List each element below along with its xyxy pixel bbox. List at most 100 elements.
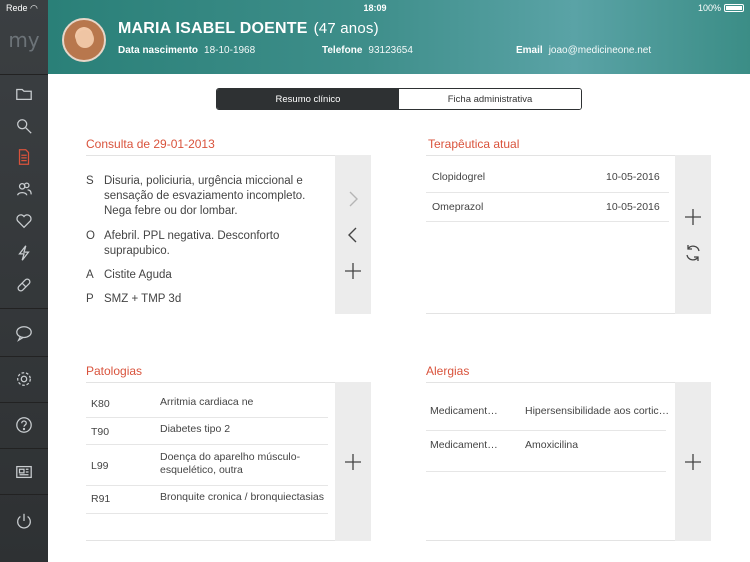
add-allergy-button[interactable] — [681, 450, 705, 474]
terapeutica-action-bar — [675, 155, 711, 314]
pathology-desc-line: esquelético, outra — [160, 464, 243, 476]
document-icon[interactable] — [0, 142, 48, 172]
tab-ficha-administrativa[interactable]: Ficha administrativa — [399, 89, 581, 109]
pill-icon[interactable] — [0, 270, 48, 300]
previous-consulta-button[interactable] — [341, 223, 365, 247]
tab-resumo-clinico[interactable]: Resumo clínico — [217, 89, 399, 109]
search-icon[interactable] — [0, 111, 48, 141]
email-label: Email — [516, 45, 543, 56]
patient-name-text: MARIA ISABEL DOENTE — [118, 20, 308, 37]
soap-key: A — [86, 269, 94, 281]
news-icon[interactable] — [0, 457, 48, 487]
sidebar: my — [0, 0, 48, 562]
row-divider — [86, 444, 328, 445]
consulta-title: Consulta de 29-01-2013 — [86, 137, 215, 151]
medication-name: Clopidogrel — [432, 171, 486, 183]
pathology-desc: Diabetes tipo 2 — [160, 423, 231, 435]
soap-line: Nega febre ou dor lombar. — [104, 205, 238, 217]
soap-key: P — [86, 293, 94, 305]
battery-status: 100% — [698, 3, 744, 13]
chevron-left-icon — [348, 227, 357, 243]
terapeutica-divider — [426, 155, 675, 156]
plus-icon — [345, 263, 361, 279]
patologias-divider — [86, 382, 335, 383]
help-icon[interactable] — [0, 410, 48, 440]
avatar — [62, 18, 106, 62]
alergias-divider — [426, 382, 675, 383]
medication-date: 10-05-2016 — [606, 201, 660, 213]
alergias-bottom-divider — [426, 540, 675, 541]
allergy-type: Medicament… — [430, 405, 498, 417]
pathology-code: L99 — [91, 460, 109, 472]
renew-medication-button[interactable] — [681, 241, 705, 265]
soap-line: Afebril. PPL negativa. Desconforto — [104, 230, 280, 242]
gear-icon[interactable] — [0, 364, 48, 394]
pathology-code: R91 — [91, 493, 111, 505]
status-bar: Rede ◠ 18:09 100% — [0, 0, 750, 16]
phone-value: 93123654 — [368, 45, 413, 56]
sidebar-divider — [0, 494, 48, 495]
refresh-icon — [686, 245, 700, 261]
add-consulta-button[interactable] — [341, 259, 365, 283]
soap-line: suprapubico. — [104, 245, 170, 257]
users-icon[interactable] — [0, 174, 48, 204]
row-divider — [86, 513, 328, 514]
consulta-action-bar — [335, 155, 371, 314]
patologias-title: Patologias — [86, 364, 143, 378]
sidebar-divider — [0, 74, 48, 75]
alergias-title: Alergias — [426, 364, 470, 378]
lightning-icon[interactable] — [0, 238, 48, 268]
next-consulta-button[interactable] — [341, 187, 365, 211]
birth-date: Data nascimento 18-10-1968 — [118, 45, 255, 56]
row-divider — [86, 417, 328, 418]
pathology-desc: Arritmia cardiaca ne — [160, 396, 254, 408]
pathology-desc: Doença do aparelho músculo- esquelético,… — [160, 451, 300, 477]
email: Email joao@medicineone.net — [516, 45, 651, 56]
add-medication-button[interactable] — [681, 205, 705, 229]
phone-label: Telefone — [322, 45, 363, 56]
medication-date: 10-05-2016 — [606, 171, 660, 183]
sidebar-divider — [0, 308, 48, 309]
soap-text: SMZ + TMP 3d — [104, 293, 182, 305]
row-divider — [86, 485, 328, 486]
battery-icon — [724, 4, 744, 12]
consulta-divider — [86, 155, 335, 156]
patologias-bottom-divider — [86, 540, 335, 541]
view-switcher: Resumo clínico Ficha administrativa — [216, 88, 582, 110]
sidebar-divider — [0, 448, 48, 449]
terapeutica-title: Terapêutica atual — [428, 137, 520, 151]
pathology-code: T90 — [91, 426, 110, 438]
power-icon[interactable] — [0, 506, 48, 536]
add-pathology-button[interactable] — [341, 450, 365, 474]
allergy-desc: Hipersensibilidade aos cortic… — [525, 405, 669, 417]
phone: Telefone 93123654 — [322, 45, 413, 56]
alergias-action-bar — [675, 382, 711, 541]
plus-icon — [345, 454, 361, 470]
sidebar-divider — [0, 402, 48, 403]
row-divider — [426, 221, 669, 222]
medication-name: Omeprazol — [432, 201, 484, 213]
row-divider — [426, 192, 669, 193]
pathology-desc-line: Doença do aparelho músculo- — [160, 451, 301, 463]
heart-icon[interactable] — [0, 206, 48, 236]
allergy-type: Medicament… — [430, 439, 498, 451]
battery-percent: 100% — [697, 3, 721, 13]
soap-line: Disuria, policiuria, urgência miccional … — [104, 175, 303, 187]
plus-icon — [685, 209, 701, 225]
birth-date-label: Data nascimento — [118, 45, 199, 56]
chat-icon[interactable] — [0, 318, 48, 348]
soap-key: O — [86, 230, 95, 242]
soap-line: sensação de esvaziamento incompleto. — [104, 190, 306, 202]
allergy-desc: Amoxicilina — [525, 439, 579, 451]
patologias-action-bar — [335, 382, 371, 541]
sidebar-divider — [0, 356, 48, 357]
email-value: joao@medicineone.net — [548, 45, 652, 56]
pathology-desc: Bronquite cronica / bronquiectasias — [160, 491, 325, 503]
terapeutica-bottom-divider — [426, 313, 675, 314]
app-logo: my — [8, 28, 40, 52]
folder-icon[interactable] — [0, 79, 48, 109]
chevron-right-icon — [349, 191, 358, 207]
soap-text: Disuria, policiuria, urgência miccional … — [104, 174, 305, 219]
pathology-code: K80 — [91, 398, 110, 410]
row-divider — [426, 430, 666, 431]
